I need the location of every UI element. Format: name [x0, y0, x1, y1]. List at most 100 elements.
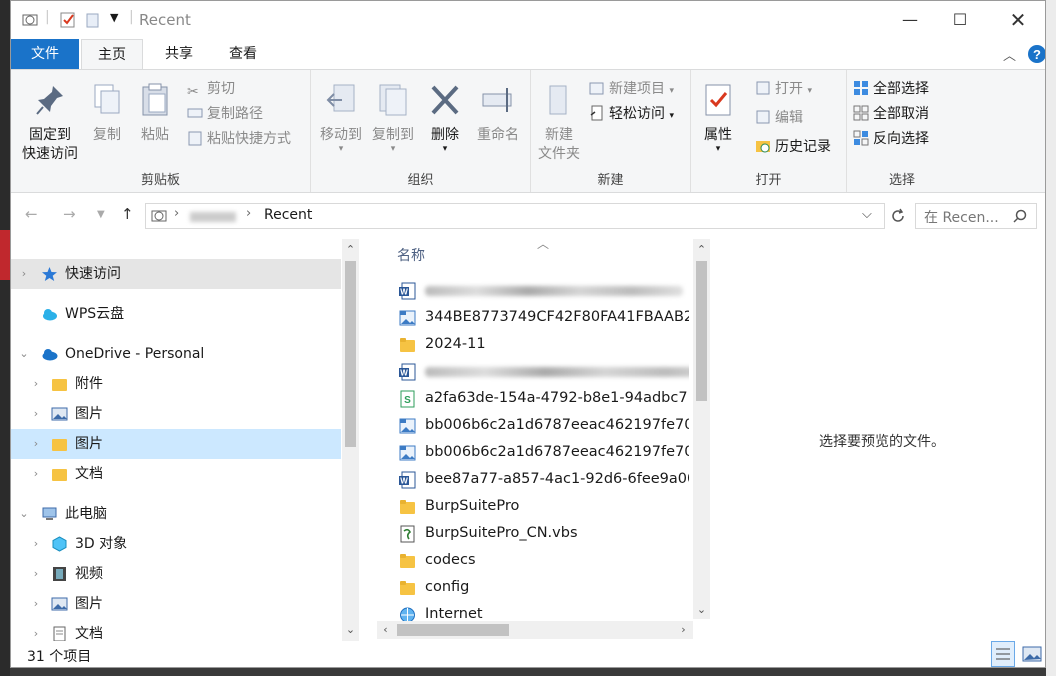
file-row[interactable]: BurpSuitePro	[389, 493, 689, 520]
pin-quick-access-button[interactable]: 固定到 快速访问	[15, 76, 85, 164]
paste-shortcut-button[interactable]: 粘贴快捷方式	[187, 128, 291, 150]
copy-button[interactable]: 复制	[85, 76, 129, 145]
expand-chevron-icon[interactable]: ›	[29, 399, 43, 429]
file-vertical-scrollbar[interactable]: ⌃ ⌄	[693, 239, 710, 619]
new-item-button[interactable]: 新建项目 ▾	[589, 78, 674, 100]
nav-onedrive-documents[interactable]: › 文档	[11, 459, 341, 489]
refresh-icon[interactable]	[889, 207, 907, 225]
expand-chevron-icon[interactable]: ›	[29, 589, 43, 619]
open-button[interactable]: 打开 ▾	[755, 78, 812, 100]
recent-locations-chevron-icon[interactable]: ▼	[97, 209, 105, 220]
nav-quick-access[interactable]: › 快速访问	[11, 259, 341, 289]
select-none-button[interactable]: 全部取消	[853, 103, 929, 125]
expand-chevron-icon[interactable]: ›	[29, 429, 43, 459]
history-button[interactable]: 历史记录	[755, 136, 831, 158]
scroll-up-arrow-icon[interactable]: ⌃	[693, 241, 710, 258]
expand-chevron-icon[interactable]: ›	[29, 559, 43, 589]
tab-share[interactable]: 共享	[151, 39, 207, 69]
paste-icon	[142, 83, 168, 116]
scroll-down-arrow-icon[interactable]: ⌄	[342, 621, 359, 638]
large-icons-view-icon[interactable]	[1021, 643, 1043, 665]
nav-documents[interactable]: › 文档	[11, 619, 341, 641]
details-view-icon[interactable]	[991, 641, 1015, 667]
collapse-chevron-icon[interactable]: ⌄	[17, 339, 31, 369]
file-row[interactable]: BurpSuitePro_CN.vbs	[389, 520, 689, 547]
collapse-chevron-icon[interactable]: ⌄	[17, 499, 31, 529]
cut-button[interactable]: ✂ 剪切	[187, 78, 235, 100]
up-arrow-icon[interactable]: ↑	[121, 205, 134, 223]
properties-button[interactable]: 属性 ▾	[695, 76, 741, 154]
edit-button[interactable]: 编辑	[755, 107, 803, 129]
search-box[interactable]: 在 Recen...	[915, 203, 1037, 229]
tab-view[interactable]: 查看	[215, 39, 271, 69]
nav-onedrive[interactable]: ⌄ OneDrive - Personal	[11, 339, 341, 369]
collapse-ribbon-chevron-icon[interactable]: ︿	[1003, 45, 1016, 64]
delete-button[interactable]: 删除 ▾	[423, 76, 467, 154]
rename-button[interactable]: 重命名	[471, 76, 525, 145]
properties-check-icon[interactable]	[59, 11, 77, 29]
back-arrow-icon[interactable]: ←	[25, 205, 38, 223]
nav-scrollbar-thumb[interactable]	[345, 261, 356, 447]
nav-onedrive-pictures[interactable]: › 图片	[11, 399, 341, 429]
file-hscroll-thumb[interactable]	[397, 624, 509, 636]
easy-access-button[interactable]: 轻松访问 ▾	[589, 103, 674, 125]
scroll-down-arrow-icon[interactable]: ⌄	[693, 601, 710, 618]
scroll-right-arrow-icon[interactable]: ›	[675, 621, 692, 638]
expand-chevron-icon[interactable]: ›	[29, 529, 43, 559]
tab-home[interactable]: 主页	[81, 39, 143, 69]
file-row[interactable]: 344BE8773749CF42F80FA41FBAAB2.	[389, 304, 689, 331]
group-new: 新建 文件夹 新建项目 ▾ 轻松访问 ▾ 新建	[531, 70, 691, 192]
expand-chevron-icon[interactable]: ›	[29, 459, 43, 489]
nav-onedrive-attachments[interactable]: › 附件	[11, 369, 341, 399]
file-row[interactable]: bb006b6c2a1d6787eeac462197fe70.	[389, 412, 689, 439]
maximize-button[interactable]: ☐	[937, 1, 983, 39]
search-input[interactable]: 在 Recen...	[924, 207, 999, 227]
file-row[interactable]: W	[389, 358, 689, 385]
move-to-button[interactable]: 移动到 ▾	[315, 76, 367, 154]
item-count: 31 个项目	[27, 649, 92, 665]
file-row[interactable]: codecs	[389, 547, 689, 574]
invert-selection-button[interactable]: 反向选择	[853, 128, 929, 150]
paste-button[interactable]: 粘贴	[133, 76, 177, 145]
tab-file[interactable]: 文件	[11, 39, 79, 69]
column-header-name[interactable]: 名称	[397, 245, 425, 265]
nav-this-pc[interactable]: ⌄ 此电脑	[11, 499, 341, 529]
breadcrumb-current[interactable]: Recent	[264, 207, 312, 223]
paste-label: 粘贴	[141, 127, 169, 143]
close-button[interactable]: ✕	[995, 1, 1041, 39]
customize-toolbar-chevron-icon[interactable]: ▼	[110, 11, 118, 24]
nav-pictures[interactable]: › 图片	[11, 589, 341, 619]
file-row[interactable]: Sa2fa63de-154a-4792-b8e1-94adbc7.	[389, 385, 689, 412]
file-row[interactable]: Wbee87a77-a857-4ac1-92d6-6fee9a00	[389, 466, 689, 493]
expand-chevron-icon[interactable]: ›	[17, 259, 31, 289]
breadcrumb-hidden-segment[interactable]	[190, 212, 236, 222]
nav-onedrive-pictures-folder[interactable]: › 图片	[11, 429, 341, 459]
new-folder-icon[interactable]	[85, 11, 101, 29]
file-row[interactable]: bb006b6c2a1d6787eeac462197fe70.	[389, 439, 689, 466]
nav-3d-objects[interactable]: › 3D 对象	[11, 529, 341, 559]
file-row[interactable]: W	[389, 277, 689, 304]
file-row[interactable]: 2024-11	[389, 331, 689, 358]
help-icon[interactable]: ?	[1027, 44, 1046, 64]
copy-path-button[interactable]: 复制路径	[187, 103, 263, 125]
breadcrumb-separator-icon[interactable]: ›	[174, 206, 179, 221]
folder-network-icon[interactable]	[21, 11, 39, 29]
forward-arrow-icon[interactable]: →	[63, 205, 76, 223]
file-horizontal-scrollbar[interactable]: ‹ ›	[377, 621, 693, 639]
address-dropdown-chevron-icon[interactable]: ⌵	[862, 207, 872, 222]
select-all-button[interactable]: 全部选择	[853, 78, 929, 100]
new-folder-button[interactable]: 新建 文件夹	[535, 76, 583, 164]
expand-chevron-icon[interactable]: ›	[29, 369, 43, 399]
file-row[interactable]: config	[389, 574, 689, 601]
nav-scrollbar[interactable]: ⌃ ⌄	[342, 239, 359, 641]
address-bar[interactable]: › › Recent ⌵	[145, 203, 885, 229]
minimize-button[interactable]: —	[887, 1, 933, 39]
scroll-up-arrow-icon[interactable]: ⌃	[342, 241, 359, 258]
nav-wps-cloud[interactable]: WPS云盘	[11, 299, 341, 329]
expand-chevron-icon[interactable]: ›	[29, 619, 43, 641]
copy-to-button[interactable]: 复制到 ▾	[367, 76, 419, 154]
file-scrollbar-thumb[interactable]	[696, 261, 707, 401]
nav-videos[interactable]: › 视频	[11, 559, 341, 589]
scroll-left-arrow-icon[interactable]: ‹	[377, 621, 394, 638]
breadcrumb-separator-icon[interactable]: ›	[246, 206, 251, 221]
